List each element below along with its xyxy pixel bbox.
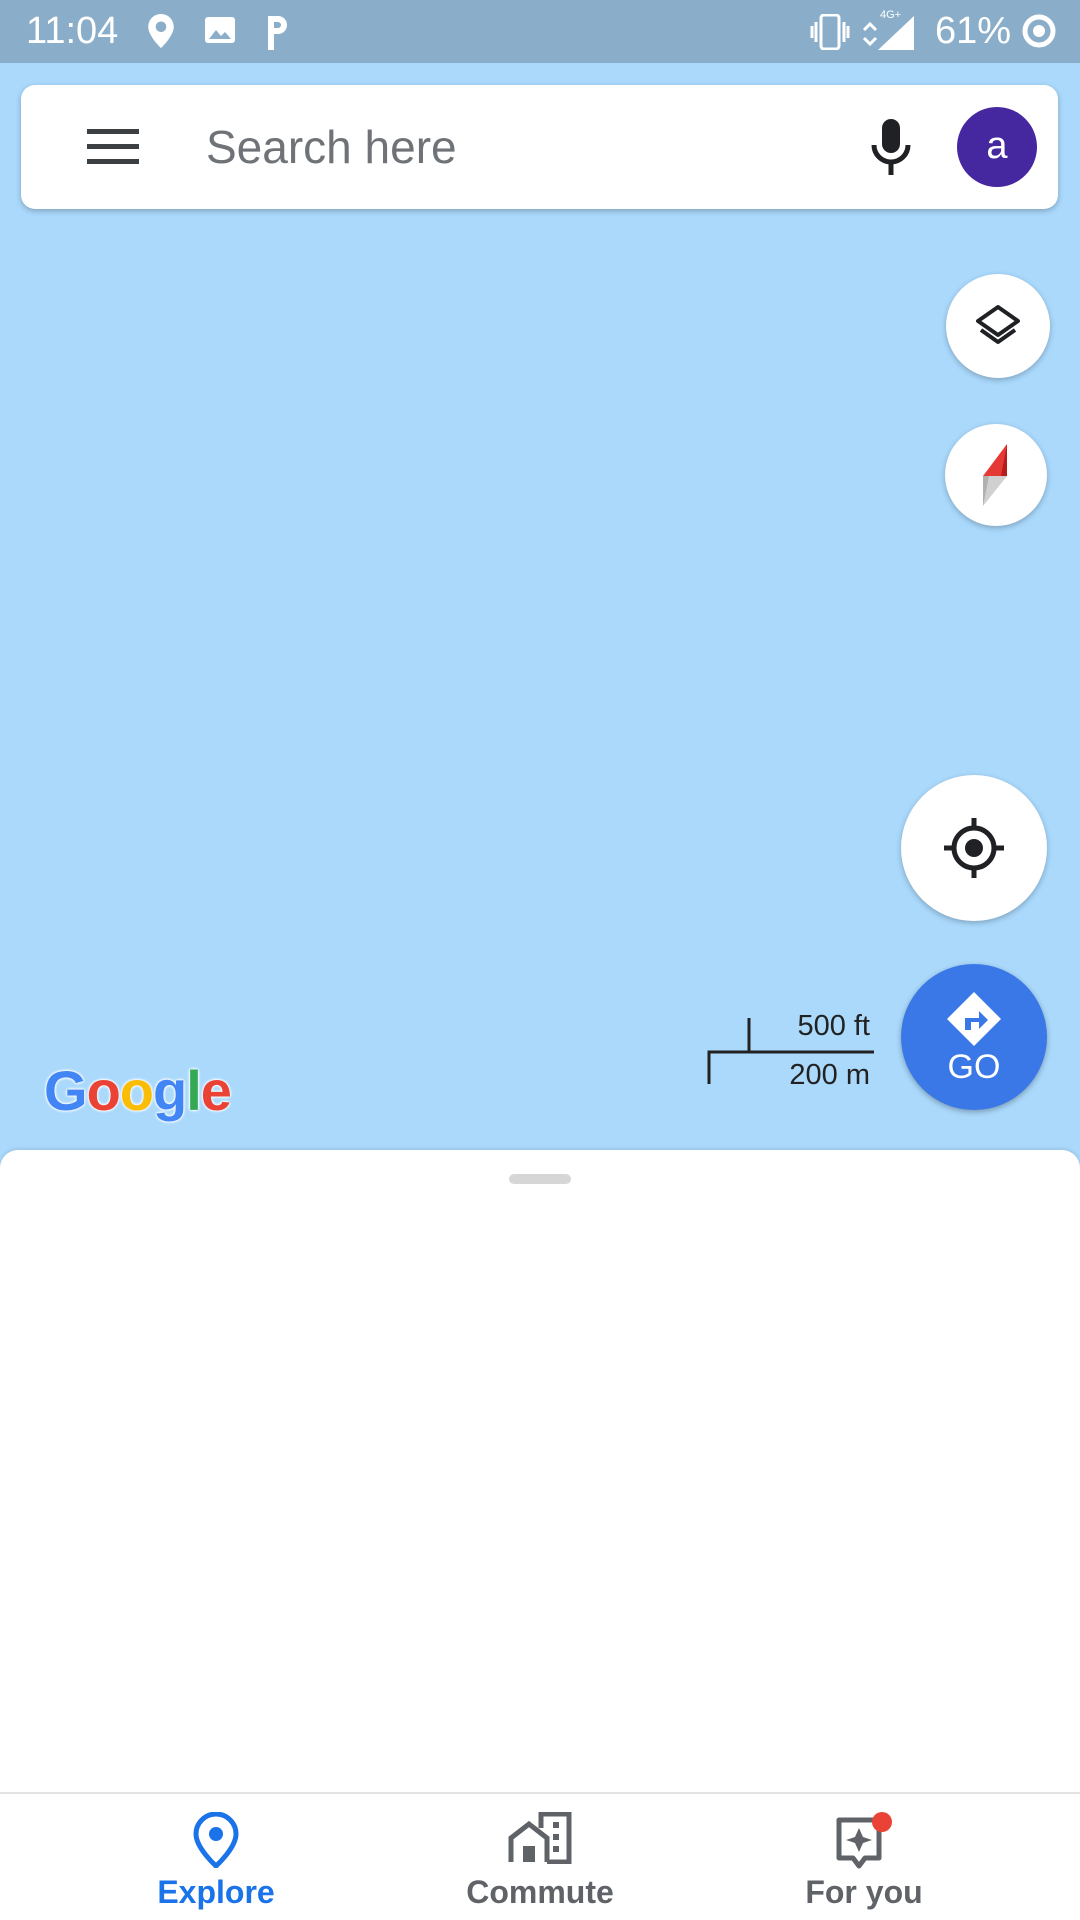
map-layers-button[interactable]	[946, 274, 1050, 378]
notification-badge	[872, 1812, 892, 1832]
google-logo: Google	[44, 1059, 232, 1122]
compass-button[interactable]	[945, 424, 1047, 526]
commute-icon	[390, 1811, 690, 1869]
image-icon	[204, 14, 236, 51]
tab-commute[interactable]: Commute	[390, 1794, 690, 1920]
tab-commute-label: Commute	[466, 1874, 614, 1910]
explore-pin-icon	[66, 1811, 366, 1873]
tab-for-you[interactable]: For you	[714, 1794, 1014, 1920]
search-input[interactable]	[206, 107, 846, 187]
go-label: GO	[947, 1048, 1001, 1086]
for-you-icon	[714, 1812, 1014, 1877]
microphone-icon[interactable]	[869, 119, 913, 182]
tab-explore-label: Explore	[157, 1874, 275, 1910]
location-pin-icon	[148, 14, 174, 53]
sync-icon	[1022, 14, 1056, 53]
search-bar: a	[21, 85, 1058, 209]
directions-go-button[interactable]: GO	[901, 964, 1047, 1110]
compass-icon	[979, 444, 1013, 511]
bottom-navigation: Explore Commute For you	[0, 1792, 1080, 1920]
network-label: 4G+	[880, 9, 901, 21]
bottom-sheet-drag-handle[interactable]	[509, 1174, 571, 1184]
account-avatar[interactable]: a	[957, 107, 1037, 187]
tab-explore[interactable]: Explore	[66, 1794, 366, 1920]
directions-icon	[945, 990, 1003, 1053]
my-location-icon	[944, 818, 1004, 883]
status-time: 11:04	[26, 10, 119, 52]
bottom-sheet[interactable]	[0, 1150, 1080, 1792]
battery-percent: 61%	[935, 10, 1012, 52]
my-location-button[interactable]	[901, 775, 1047, 921]
vibrate-icon	[810, 13, 850, 55]
scale-label-metric: 200 m	[789, 1059, 870, 1091]
signal-icon: 4G+	[862, 8, 918, 57]
tab-for-you-label: For you	[805, 1874, 923, 1910]
parking-icon	[263, 14, 291, 55]
status-bar: 11:04 4G+ 61%	[0, 0, 1080, 63]
hamburger-menu-icon[interactable]	[87, 127, 139, 172]
maps-screen: 11:04 4G+ 61% a	[0, 0, 1080, 1920]
layers-icon	[976, 304, 1020, 353]
